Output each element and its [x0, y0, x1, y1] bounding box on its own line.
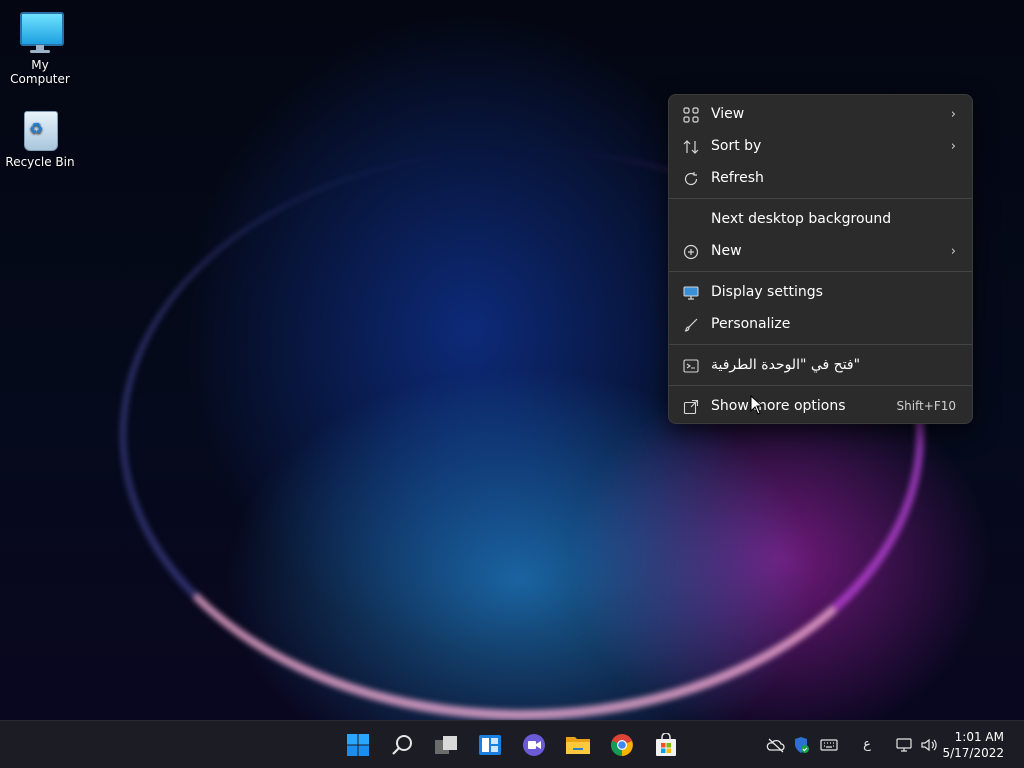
- task-view-button[interactable]: [430, 729, 462, 761]
- menu-item-new[interactable]: New ›: [669, 235, 972, 267]
- sort-icon: [683, 139, 699, 155]
- menu-item-label: Show more options: [711, 398, 846, 414]
- menu-item-label: Sort by: [711, 138, 762, 154]
- menu-item-label: Display settings: [711, 284, 823, 300]
- desktop-icon-recycle-bin[interactable]: ♻ Recycle Bin: [0, 107, 80, 169]
- chevron-right-icon: ›: [950, 243, 956, 259]
- desktop-icon-label: My Computer: [10, 58, 70, 86]
- language-indicator[interactable]: ع: [857, 735, 877, 755]
- menu-item-show-more-options[interactable]: Show more options Shift+F10: [669, 390, 972, 422]
- display-icon: [683, 285, 699, 301]
- search-icon: [392, 735, 412, 755]
- chevron-right-icon: ›: [950, 138, 956, 154]
- menu-separator: [669, 344, 972, 345]
- chrome-icon: [611, 734, 633, 756]
- chat-button[interactable]: [518, 729, 550, 761]
- menu-item-sort-by[interactable]: Sort by ›: [669, 130, 972, 162]
- terminal-icon: [683, 358, 699, 374]
- search-button[interactable]: [386, 729, 418, 761]
- menu-separator: [669, 271, 972, 272]
- brush-icon: [683, 317, 699, 333]
- menu-item-shortcut: Shift+F10: [896, 399, 956, 413]
- recycle-bin-icon: ♻: [18, 107, 62, 151]
- task-view-icon: [435, 736, 457, 754]
- plus-circle-icon: [683, 244, 699, 260]
- menu-item-open-terminal[interactable]: فتح في "الوحدة الطرفية": [669, 349, 972, 381]
- menu-item-next-background[interactable]: Next desktop background: [669, 203, 972, 235]
- widgets-icon: [479, 735, 501, 755]
- menu-separator: [669, 198, 972, 199]
- menu-item-label: Next desktop background: [711, 211, 892, 227]
- store-button[interactable]: [650, 729, 682, 761]
- widgets-button[interactable]: [474, 729, 506, 761]
- menu-separator: [669, 385, 972, 386]
- keyboard-icon[interactable]: [819, 735, 839, 755]
- menu-item-label: New: [711, 243, 742, 259]
- network-icon[interactable]: [894, 735, 914, 755]
- more-options-icon: [683, 399, 699, 415]
- menu-item-label: فتح في "الوحدة الطرفية": [711, 357, 861, 373]
- desktop-icon-label: Recycle Bin: [5, 155, 75, 169]
- security-shield-icon[interactable]: [791, 735, 811, 755]
- menu-item-label: View: [711, 106, 745, 122]
- taskbar: ع 1:01 AM 5/17/2022: [0, 720, 1024, 768]
- clock-date: 5/17/2022: [942, 746, 1004, 760]
- refresh-icon: [683, 171, 699, 187]
- mouse-cursor-icon: [750, 395, 764, 415]
- chevron-right-icon: ›: [950, 106, 956, 122]
- menu-item-view[interactable]: View ›: [669, 98, 972, 130]
- menu-item-label: Refresh: [711, 170, 764, 186]
- menu-item-display-settings[interactable]: Display settings: [669, 276, 972, 308]
- chat-icon: [523, 734, 545, 756]
- grid-icon: [683, 107, 699, 123]
- clock-time: 1:01 AM: [954, 730, 1004, 744]
- chrome-button[interactable]: [606, 729, 638, 761]
- onedrive-offline-icon[interactable]: [766, 735, 786, 755]
- start-icon: [347, 734, 369, 756]
- taskbar-clock[interactable]: 1:01 AM 5/17/2022: [934, 729, 1004, 761]
- file-explorer-icon: [566, 737, 590, 754]
- desktop-context-menu: View › Sort by › Refresh Next desktop ba…: [668, 94, 973, 424]
- menu-item-label: Personalize: [711, 316, 791, 332]
- menu-item-personalize[interactable]: Personalize: [669, 308, 972, 340]
- file-explorer-button[interactable]: [562, 729, 594, 761]
- computer-icon: [18, 10, 64, 54]
- store-icon: [656, 733, 676, 756]
- desktop-icon-my-computer[interactable]: My Computer: [0, 10, 80, 86]
- menu-item-refresh[interactable]: Refresh: [669, 162, 972, 194]
- start-button[interactable]: [342, 729, 374, 761]
